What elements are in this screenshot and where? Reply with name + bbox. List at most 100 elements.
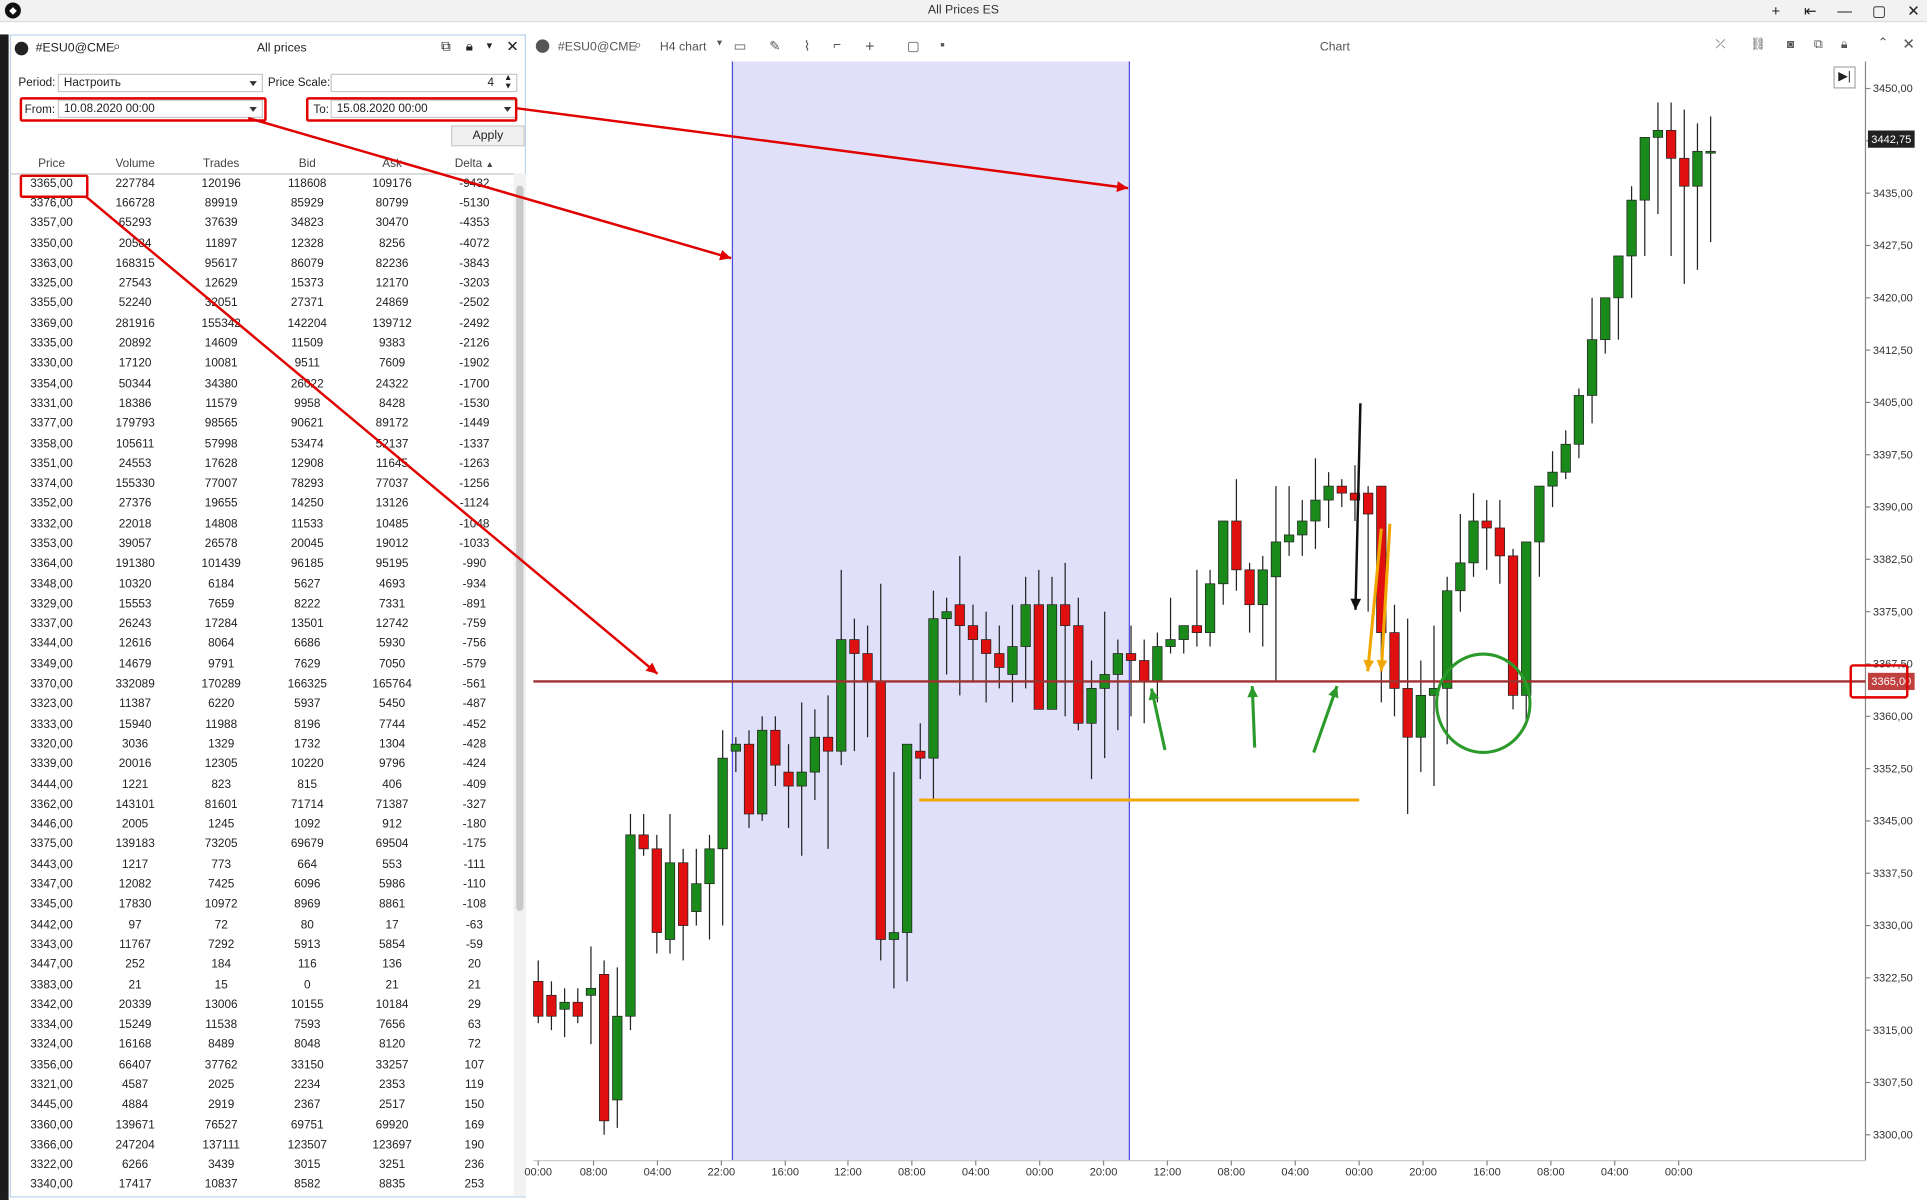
chart-canvas: 3450,003442,503435,003427,503420,003412,… (85, 61, 1915, 1178)
candle-body (743, 743, 755, 815)
candle-body (1534, 485, 1545, 543)
arrow-from-date (247, 116, 732, 260)
y-tick-label: 3382,50 (1873, 554, 1913, 566)
candle-body (1626, 199, 1637, 257)
candle-body (1310, 499, 1321, 522)
candle-body (915, 750, 926, 759)
x-tick-label: 00:00 (1026, 1166, 1054, 1178)
x-tick-label: 04:00 (962, 1166, 990, 1178)
candle-body (664, 862, 676, 940)
x-tick-label: 20:00 (1409, 1166, 1437, 1178)
candle-body (1046, 604, 1058, 710)
candle-body (1560, 443, 1571, 473)
x-tick-label: 08:00 (898, 1166, 926, 1178)
green-arrow-2-head (1247, 686, 1259, 698)
candle-body (1481, 520, 1492, 529)
app-window: ◆ All Prices ES + ⇤ — ▢ ✕ #ESU0@CME ⌕ Al… (0, 0, 1927, 1200)
candle-body (599, 974, 610, 1122)
candle-body (862, 653, 873, 682)
level-price-label: 3365,00 (1871, 676, 1911, 688)
candle-body (1086, 688, 1097, 724)
candle-body (1639, 137, 1650, 201)
candle-body (1547, 471, 1558, 487)
x-tick-label: 16:00 (1473, 1166, 1501, 1178)
candle-body (981, 639, 992, 654)
green-arrow-3-head (1328, 686, 1339, 699)
candle-body (730, 743, 741, 752)
candle-body (888, 932, 900, 940)
black-arrow-head (1350, 598, 1362, 610)
candle-body (1060, 604, 1071, 626)
candle-body (1204, 583, 1216, 633)
candle-body (585, 987, 597, 996)
candle-body (1244, 569, 1255, 606)
candle-body (796, 771, 807, 787)
candle-body (717, 757, 728, 850)
candle-body (994, 653, 1005, 668)
candle-body (1073, 625, 1084, 724)
candle-body (1270, 541, 1282, 578)
candle-body (1679, 157, 1690, 187)
candle-body (1613, 255, 1624, 299)
x-tick-label: 00:00 (524, 1166, 552, 1178)
candle-body (1231, 520, 1242, 571)
candle-body (1218, 520, 1229, 585)
candle-body (1586, 339, 1598, 396)
candle-body (901, 743, 913, 933)
candle-body (1363, 492, 1374, 515)
candle-body (1573, 395, 1585, 445)
x-tick-label: 04:00 (644, 1166, 672, 1178)
candle-body (1283, 534, 1295, 543)
y-tick-label: 3412,50 (1873, 345, 1913, 357)
candle-body (1323, 485, 1334, 501)
candle-body (875, 681, 886, 940)
y-tick-label: 3360,00 (1873, 711, 1913, 723)
candle-body (1112, 653, 1123, 675)
x-tick-label: 08:00 (1537, 1166, 1565, 1178)
y-tick-label: 3397,50 (1873, 449, 1913, 461)
y-tick-label: 3352,50 (1873, 763, 1913, 775)
candle-body (757, 729, 768, 815)
x-tick-label: 04:00 (1601, 1166, 1629, 1178)
y-tick-label: 3427,50 (1873, 240, 1913, 252)
black-arrow (1354, 403, 1362, 610)
y-tick-label: 3300,00 (1873, 1129, 1913, 1141)
candle-body (1139, 660, 1150, 682)
y-tick-label: 3405,00 (1873, 397, 1913, 409)
y-tick-label: 3315,00 (1873, 1025, 1913, 1037)
y-tick-label: 3390,00 (1873, 502, 1913, 514)
x-tick-label: 12:00 (834, 1166, 862, 1178)
candle-body (1152, 646, 1163, 682)
candle-body (967, 625, 979, 640)
candle-body (691, 883, 702, 912)
candle-body (1521, 541, 1532, 696)
candle-body (546, 994, 557, 1017)
orange-arrow-2-head (1376, 659, 1388, 672)
x-tick-label: 22:00 (708, 1166, 736, 1178)
candle-body (954, 604, 965, 626)
candle-body (1257, 569, 1268, 606)
candle-body (572, 1001, 583, 1017)
green-circle (1435, 652, 1532, 754)
x-tick-label: 08:00 (1218, 1166, 1246, 1178)
candle-body (941, 611, 952, 620)
y-tick-label: 3307,50 (1873, 1077, 1913, 1089)
candle-body (625, 834, 636, 1017)
candle-body (1389, 632, 1400, 689)
candle-body (836, 639, 847, 752)
candle-body (1191, 625, 1203, 633)
y-tick-label: 3330,00 (1873, 920, 1913, 932)
y-tick-label: 3450,00 (1873, 83, 1913, 95)
candle-body (770, 729, 781, 766)
candle-body (1665, 130, 1677, 159)
y-tick-label: 3435,00 (1873, 188, 1913, 200)
candle-body (822, 736, 834, 752)
candle-body (678, 862, 689, 926)
candle-body (533, 980, 544, 1017)
x-tick-label: 00:00 (1345, 1166, 1373, 1178)
candle-body (1165, 639, 1176, 647)
x-tick-label: 00:00 (1665, 1166, 1693, 1178)
candle-body (559, 1001, 570, 1010)
x-tick-label: 08:00 (580, 1166, 608, 1178)
candle-body (1402, 688, 1413, 738)
